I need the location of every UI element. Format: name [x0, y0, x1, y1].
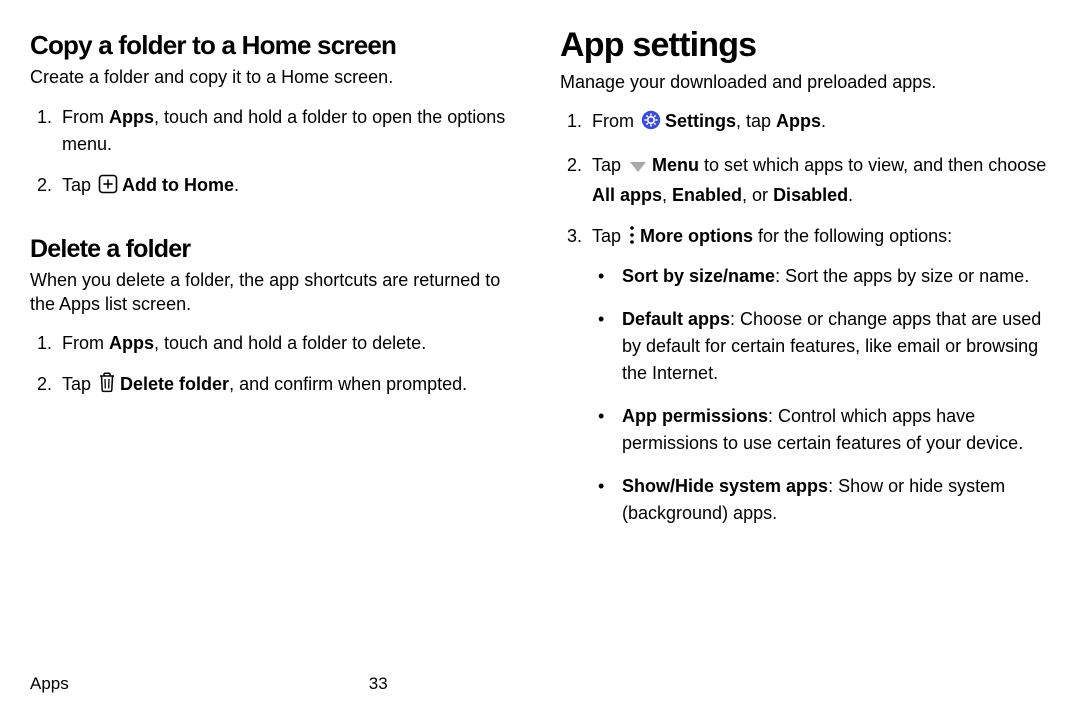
- bullet-show-hide: Show/Hide system apps: Show or hide syst…: [616, 473, 1052, 527]
- left-column: Copy a folder to a Home screen Create a …: [30, 28, 550, 700]
- bold-apps: Apps: [109, 333, 154, 353]
- text: for the following options:: [753, 226, 952, 246]
- text: .: [821, 111, 826, 131]
- bold-apps: Apps: [776, 111, 821, 131]
- spacer: [30, 216, 522, 232]
- bold-disabled: Disabled: [773, 185, 848, 205]
- bold-add-to-home: Add to Home: [122, 175, 234, 195]
- text: Tap: [592, 155, 626, 175]
- bold-default-apps: Default apps: [622, 309, 730, 329]
- delete-step-1: From Apps, touch and hold a folder to de…: [56, 330, 522, 357]
- bold-app-permissions: App permissions: [622, 406, 768, 426]
- more-options-bullets: Sort by size/name: Sort the apps by size…: [592, 263, 1052, 527]
- bullet-default-apps: Default apps: Choose or change apps that…: [616, 306, 1052, 387]
- steps-app-settings: From Settings, tap Apps. Tap Menu to set…: [560, 108, 1052, 543]
- heading-copy-folder: Copy a folder to a Home screen: [30, 32, 522, 59]
- bold-all-apps: All apps: [592, 185, 662, 205]
- delete-step-2: Tap Delete folder, and confirm when prom…: [56, 371, 522, 401]
- text: : Sort the apps by size or name.: [775, 266, 1029, 286]
- bold-apps: Apps: [109, 107, 154, 127]
- text: Tap: [62, 374, 96, 394]
- appsettings-step-2: Tap Menu to set which apps to view, and …: [586, 152, 1052, 209]
- delete-folder-icon: [98, 371, 116, 401]
- text: .: [234, 175, 239, 195]
- bold-enabled: Enabled: [672, 185, 742, 205]
- footer-page-number: 33: [69, 674, 522, 694]
- bullet-sort: Sort by size/name: Sort the apps by size…: [616, 263, 1052, 290]
- text: , or: [742, 185, 773, 205]
- add-to-home-icon: [98, 174, 118, 202]
- steps-copy-folder: From Apps, touch and hold a folder to op…: [30, 104, 522, 216]
- intro-delete-folder: When you delete a folder, the app shortc…: [30, 268, 522, 317]
- appsettings-step-3: Tap More options for the following optio…: [586, 223, 1052, 527]
- copy-step-2: Tap Add to Home.: [56, 172, 522, 202]
- intro-app-settings: Manage your downloaded and preloaded app…: [560, 70, 1052, 94]
- appsettings-step-1: From Settings, tap Apps.: [586, 108, 1052, 138]
- heading-app-settings: App settings: [560, 28, 1052, 64]
- text: From: [62, 107, 109, 127]
- bold-delete-folder: Delete folder: [120, 374, 229, 394]
- more-options-icon: [628, 225, 636, 253]
- right-column: App settings Manage your downloaded and …: [550, 28, 1052, 700]
- text: , touch and hold a folder to delete.: [154, 333, 426, 353]
- bold-sort: Sort by size/name: [622, 266, 775, 286]
- text: From: [592, 111, 639, 131]
- manual-page: Copy a folder to a Home screen Create a …: [0, 0, 1080, 720]
- heading-delete-folder: Delete a folder: [30, 236, 522, 262]
- footer-section: Apps: [30, 674, 69, 694]
- text: Tap: [592, 226, 626, 246]
- steps-delete-folder: From Apps, touch and hold a folder to de…: [30, 330, 522, 415]
- dropdown-chevron-icon: [628, 155, 648, 182]
- bold-show-hide: Show/Hide system apps: [622, 476, 828, 496]
- bold-more-options: More options: [640, 226, 753, 246]
- bold-settings: Settings: [665, 111, 736, 131]
- bullet-app-permissions: App permissions: Control which apps have…: [616, 403, 1052, 457]
- settings-gear-icon: [641, 110, 661, 138]
- text: Tap: [62, 175, 96, 195]
- text: to set which apps to view, and then choo…: [699, 155, 1046, 175]
- text: .: [848, 185, 853, 205]
- text: From: [62, 333, 109, 353]
- text: ,: [662, 185, 672, 205]
- page-footer: Apps 33: [30, 674, 522, 700]
- text: , tap: [736, 111, 776, 131]
- bold-menu: Menu: [652, 155, 699, 175]
- text: , and confirm when prompted.: [229, 374, 467, 394]
- copy-step-1: From Apps, touch and hold a folder to op…: [56, 104, 522, 158]
- intro-copy-folder: Create a folder and copy it to a Home sc…: [30, 65, 522, 89]
